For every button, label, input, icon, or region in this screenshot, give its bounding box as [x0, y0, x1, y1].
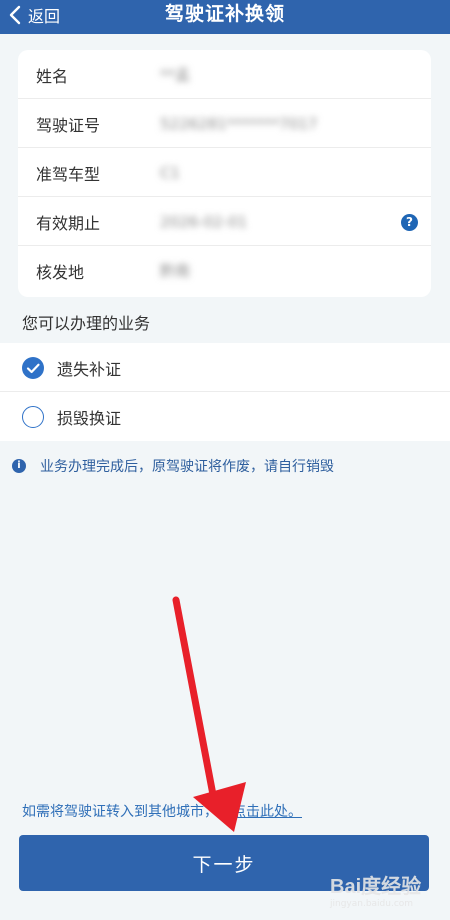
help-icon[interactable]: ? — [401, 214, 418, 231]
option-lost-replacement[interactable]: 遗失补证 — [0, 343, 450, 392]
info-label: 姓名 — [36, 66, 69, 86]
unchecked-radio-icon[interactable] — [22, 405, 44, 428]
license-info-card: 姓名 **孟 驾驶证号 5226281*******7017 准驾车型 C1 有… — [18, 50, 431, 297]
info-row-name: 姓名 **孟 — [18, 50, 431, 99]
watermark: Bai度经验 jingyan.baidu.com — [330, 870, 440, 916]
info-icon: i — [12, 459, 26, 473]
info-row-license-number: 驾驶证号 5226281*******7017 — [18, 99, 431, 148]
checked-radio-icon[interactable] — [22, 356, 44, 379]
transfer-prefix: 如需将驾驶证转入到其他城市， — [22, 804, 218, 820]
info-row-issuing-place: 核发地 黔南 — [18, 246, 431, 295]
info-label: 核发地 — [36, 262, 85, 282]
option-label: 遗失补证 — [57, 359, 122, 379]
transfer-link[interactable]: 请点击此处。 — [218, 804, 302, 820]
app-header: 返回 驾驶证补换领 — [0, 0, 450, 34]
section-title: 您可以办理的业务 — [22, 314, 151, 333]
option-damage-exchange[interactable]: 损毁换证 — [0, 392, 450, 441]
info-value: C1 — [160, 163, 181, 182]
info-label: 驾驶证号 — [36, 115, 101, 135]
business-options: 遗失补证 损毁换证 — [0, 343, 450, 441]
info-value: **孟 — [160, 66, 191, 84]
notice-text: 业务办理完成后，原驾驶证将作废，请自行销毁 — [40, 459, 334, 475]
option-label: 损毁换证 — [57, 408, 122, 428]
page-title: 驾驶证补换领 — [164, 3, 285, 25]
transfer-hint: 如需将驾驶证转入到其他城市，请点击此处。 — [22, 801, 302, 821]
info-row-expiry-date: 有效期止 2026-02-01 — [18, 197, 431, 246]
info-value: 5226281*******7017 — [160, 114, 318, 133]
info-row-vehicle-class: 准驾车型 C1 — [18, 148, 431, 197]
watermark-url: jingyan.baidu.com — [330, 899, 414, 909]
info-value: 2026-02-01 — [160, 212, 248, 231]
info-label: 有效期止 — [36, 213, 101, 233]
info-label: 准驾车型 — [36, 164, 101, 184]
info-value: 黔南 — [160, 262, 191, 280]
watermark-logo: Bai度经验 — [330, 876, 422, 898]
notice: i 业务办理完成后，原驾驶证将作废，请自行销毁 — [12, 456, 334, 476]
